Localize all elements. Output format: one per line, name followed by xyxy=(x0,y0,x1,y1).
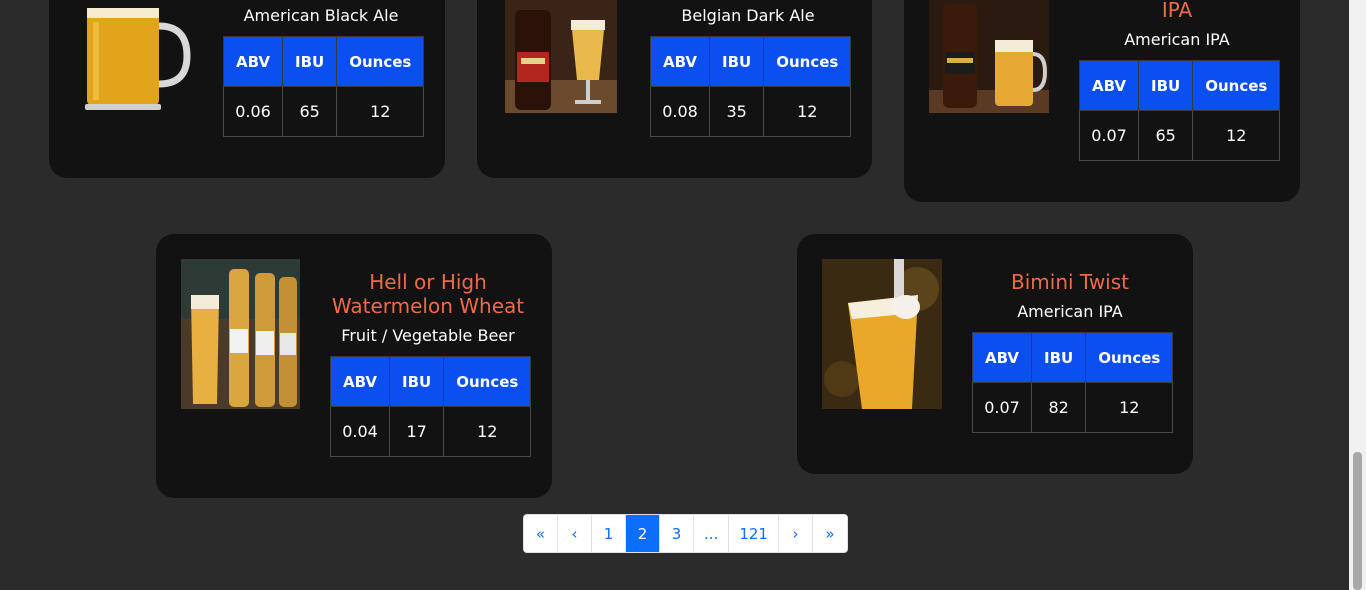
beer-info: American Black Ale ABV IBU Ounces 0.06 6… xyxy=(222,6,425,137)
abv-header: ABV xyxy=(222,36,284,87)
ibu-value: 65 xyxy=(282,86,338,137)
ibu-header: IBU xyxy=(389,356,445,407)
beer-name: Hell or High Watermelon Wheat xyxy=(331,270,525,318)
beer-info: Hell or High Watermelon Wheat Fruit / Ve… xyxy=(329,270,532,457)
abv-value: 0.08 xyxy=(649,86,711,137)
abv-header: ABV xyxy=(971,332,1033,383)
ibu-header: IBU xyxy=(709,36,765,87)
beer-name: IPA xyxy=(1161,0,1193,22)
page-2-button[interactable]: 2 xyxy=(626,515,660,552)
beer-card-1: American Black Ale ABV IBU Ounces 0.06 6… xyxy=(49,0,445,178)
beer-bottle-glass-photo xyxy=(929,0,1049,113)
beer-style: American Black Ale xyxy=(243,6,399,25)
next-page-button[interactable]: › xyxy=(778,515,813,552)
beer-stats-table: ABV IBU Ounces 0.08 35 12 xyxy=(649,36,852,137)
abv-header: ABV xyxy=(649,36,711,87)
beer-style: American IPA xyxy=(1124,30,1230,49)
page-ellipsis: ... xyxy=(694,515,730,552)
abv-value: 0.07 xyxy=(971,382,1033,433)
ounces-header: Ounces xyxy=(443,356,532,407)
page-121-button[interactable]: 121 xyxy=(729,515,779,552)
ounces-value: 12 xyxy=(336,86,425,137)
ibu-header: IBU xyxy=(1138,60,1194,111)
ounces-header: Ounces xyxy=(1085,332,1174,383)
beer-card-5: Bimini Twist American IPA ABV IBU Ounces… xyxy=(797,234,1193,474)
beer-stats-table: ABV IBU Ounces 0.04 17 12 xyxy=(329,356,532,457)
beer-info: IPA American IPA ABV IBU Ounces 0.07 65 … xyxy=(1078,0,1281,161)
first-page-button[interactable]: « xyxy=(524,515,558,552)
beer-mug-photo xyxy=(79,0,191,113)
beer-bottle-photo xyxy=(505,0,617,113)
last-page-button[interactable]: » xyxy=(812,515,847,552)
pagination: « ‹ 1 2 3 ... 121 › » xyxy=(523,514,848,553)
abv-value: 0.04 xyxy=(329,406,391,457)
page-3-button[interactable]: 3 xyxy=(660,515,694,552)
ibu-header: IBU xyxy=(282,36,338,87)
ounces-value: 12 xyxy=(443,406,532,457)
ounces-value: 12 xyxy=(1192,110,1281,161)
ounces-header: Ounces xyxy=(1192,60,1281,111)
ibu-value: 17 xyxy=(389,406,445,457)
prev-page-button[interactable]: ‹ xyxy=(558,515,592,552)
beer-style: American IPA xyxy=(1017,302,1123,321)
ounces-value: 12 xyxy=(1085,382,1174,433)
abv-header: ABV xyxy=(329,356,391,407)
beer-bottles-photo xyxy=(181,259,300,409)
scrollbar[interactable] xyxy=(1349,0,1366,590)
beer-pour-photo xyxy=(822,259,942,409)
ibu-header: IBU xyxy=(1031,332,1087,383)
beer-stats-table: ABV IBU Ounces 0.07 65 12 xyxy=(1078,60,1281,161)
ibu-value: 35 xyxy=(709,86,765,137)
beer-info: Bimini Twist American IPA ABV IBU Ounces… xyxy=(971,270,1174,433)
beer-style: Belgian Dark Ale xyxy=(681,6,815,25)
beer-card-2: Belgian Dark Ale ABV IBU Ounces 0.08 35 … xyxy=(477,0,872,178)
ibu-value: 65 xyxy=(1138,110,1194,161)
abv-value: 0.06 xyxy=(222,86,284,137)
beer-stats-table: ABV IBU Ounces 0.07 82 12 xyxy=(971,332,1174,433)
beer-stats-table: ABV IBU Ounces 0.06 65 12 xyxy=(222,36,425,137)
ibu-value: 82 xyxy=(1031,382,1087,433)
scrollbar-thumb[interactable] xyxy=(1353,452,1362,590)
beer-style: Fruit / Vegetable Beer xyxy=(341,326,515,345)
ounces-header: Ounces xyxy=(336,36,425,87)
beer-card-4: Hell or High Watermelon Wheat Fruit / Ve… xyxy=(156,234,552,498)
ounces-value: 12 xyxy=(763,86,852,137)
ounces-header: Ounces xyxy=(763,36,852,87)
beer-name: Bimini Twist xyxy=(1011,270,1129,294)
abv-value: 0.07 xyxy=(1078,110,1140,161)
beer-info: Belgian Dark Ale ABV IBU Ounces 0.08 35 … xyxy=(649,6,852,137)
beer-card-3: IPA American IPA ABV IBU Ounces 0.07 65 … xyxy=(904,0,1300,202)
abv-header: ABV xyxy=(1078,60,1140,111)
page-1-button[interactable]: 1 xyxy=(592,515,626,552)
